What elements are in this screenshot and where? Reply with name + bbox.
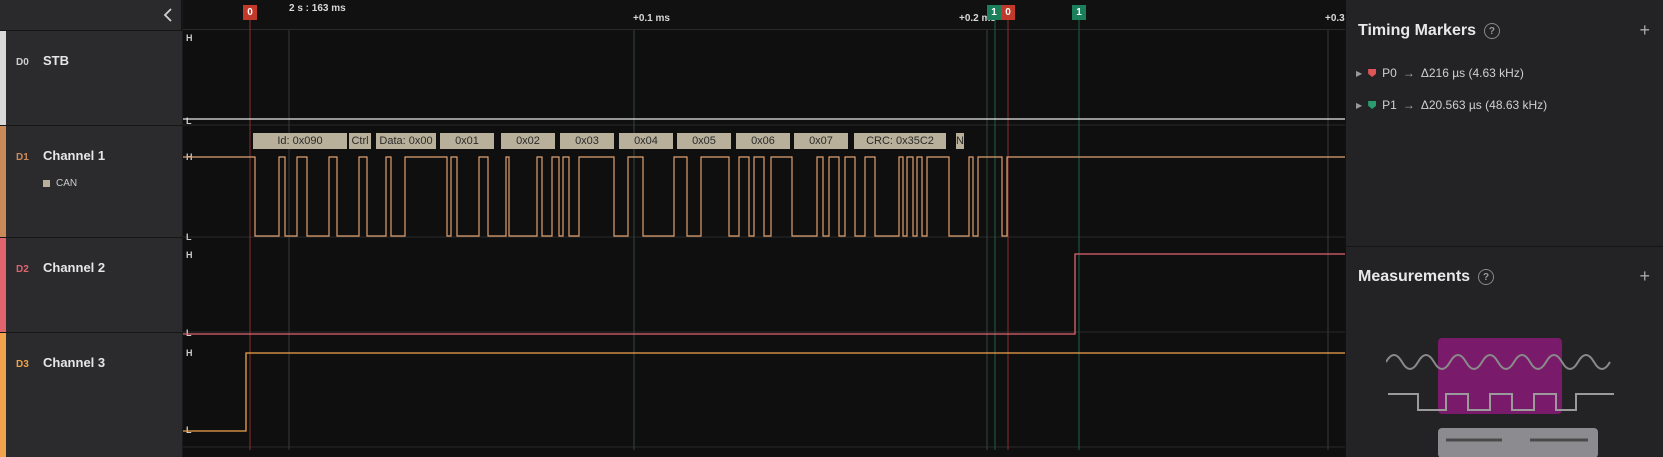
channel-index: D2 (16, 264, 29, 275)
analyzer-tag[interactable]: CAN (43, 178, 77, 189)
can-frame-label[interactable]: 0x07 (794, 133, 848, 149)
timing-markers-header: Timing Markers ? (1358, 22, 1500, 40)
measurements-header: Measurements ? (1358, 268, 1495, 286)
level-low-label: L (186, 116, 192, 126)
arrow-right-icon: → (1402, 98, 1415, 112)
timing-markers-section: Timing Markers ? + ▶ P0 → Δ216 µs (4.63 … (1346, 0, 1663, 247)
level-high-label: H (186, 33, 193, 43)
analyzer-name: CAN (56, 178, 78, 189)
level-high-label: H (186, 348, 193, 358)
channel-row-d3[interactable]: D3 Channel 3 (0, 332, 182, 457)
marker-pin-icon (1368, 101, 1377, 109)
waveform-view[interactable]: 2 s : 163 ms +0.1 ms +0.2 ms +0.3 0 1 0 … (183, 0, 1345, 457)
channel-name: Channel 2 (43, 260, 106, 275)
marker-name: P1 (1382, 98, 1397, 112)
can-frame-label[interactable]: 0x01 (440, 133, 494, 149)
sidebar-panel: Timing Markers ? + ▶ P0 → Δ216 µs (4.63 … (1345, 0, 1663, 457)
can-frame-label[interactable]: 0x03 (560, 133, 614, 149)
channel-index: D0 (16, 57, 29, 68)
channel-name: STB (43, 53, 69, 68)
channel-d2-waveform (183, 253, 1345, 335)
can-frame-label[interactable]: N (956, 133, 964, 149)
marker-delta: Δ216 µs (4.63 kHz) (1420, 66, 1524, 80)
measurement-illustration-icon (1386, 338, 1614, 457)
can-frame-label[interactable]: CRC: 0x35C2 (854, 133, 946, 149)
can-frame-label[interactable]: Id: 0x090 (253, 133, 347, 149)
logic-analyzer-window: D0 STB D1 Channel 1 CAN D2 Channel 2 D3 … (0, 0, 1663, 457)
can-frame-label[interactable]: 0x05 (677, 133, 731, 149)
add-timing-marker-button[interactable]: + (1639, 20, 1650, 41)
add-measurement-button[interactable]: + (1639, 266, 1650, 287)
channel-name: Channel 1 (43, 148, 106, 163)
caret-right-icon[interactable]: ▶ (1356, 101, 1362, 110)
can-frame-label[interactable]: 0x02 (501, 133, 555, 149)
timing-markers-title: Timing Markers (1358, 22, 1476, 39)
timing-marker-row-p0[interactable]: ▶ P0 → Δ216 µs (4.63 kHz) (1356, 66, 1524, 80)
can-frame-label[interactable]: Ctrl (349, 133, 371, 149)
chevron-left-icon (163, 8, 172, 22)
can-frame-label[interactable]: Data: 0x00 (376, 133, 436, 149)
channel-index: D3 (16, 359, 29, 370)
channel-color-stripe (0, 238, 6, 332)
can-frame-label[interactable]: 0x06 (736, 133, 790, 149)
measurements-title: Measurements (1358, 268, 1471, 285)
channel-name: Channel 3 (43, 355, 106, 370)
channel-d3-waveform (183, 352, 1345, 432)
timing-marker-row-p1[interactable]: ▶ P1 → Δ20.563 µs (48.63 kHz) (1356, 98, 1547, 112)
collapse-sidebar-button[interactable] (158, 4, 178, 26)
channel-list: D0 STB D1 Channel 1 CAN D2 Channel 2 D3 … (0, 0, 182, 457)
analyzer-color-icon (43, 180, 50, 187)
level-low-label: L (186, 232, 192, 242)
help-icon[interactable]: ? (1483, 23, 1500, 39)
level-high-label: H (186, 250, 193, 260)
level-low-label: L (186, 425, 192, 435)
measurements-section: Measurements ? + (1346, 248, 1663, 457)
channel-row-d1[interactable]: D1 Channel 1 CAN (0, 125, 182, 237)
waveform-canvas: H L H L H L H L (183, 20, 1345, 450)
channel-color-stripe (0, 333, 6, 457)
channel-d1-waveform (183, 156, 1345, 237)
marker-pin-icon (1368, 69, 1377, 77)
help-icon[interactable]: ? (1478, 269, 1495, 285)
caret-right-icon[interactable]: ▶ (1356, 69, 1362, 78)
channel-row-d2[interactable]: D2 Channel 2 (0, 237, 182, 332)
channel-index: D1 (16, 152, 29, 163)
can-frame-label[interactable]: 0x04 (619, 133, 673, 149)
marker-name: P0 (1382, 66, 1397, 80)
level-low-label: L (186, 328, 192, 338)
channel-row-d0[interactable]: D0 STB (0, 30, 182, 125)
marker-delta: Δ20.563 µs (48.63 kHz) (1420, 98, 1548, 112)
channel-color-stripe (0, 31, 6, 125)
channel-color-stripe (0, 126, 6, 237)
arrow-right-icon: → (1402, 66, 1415, 80)
